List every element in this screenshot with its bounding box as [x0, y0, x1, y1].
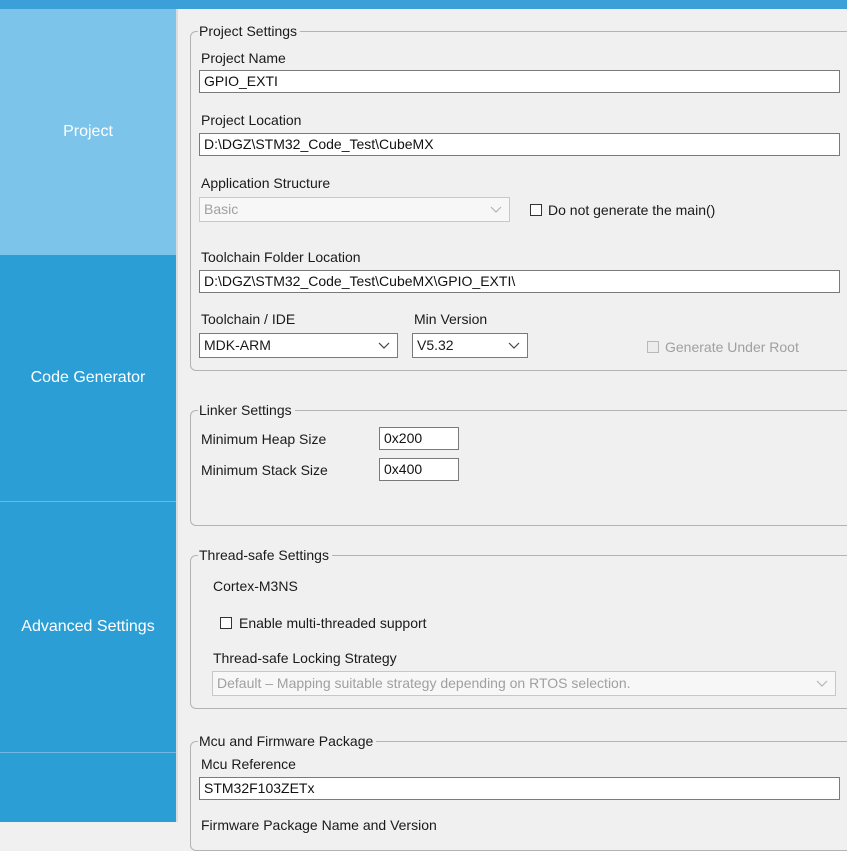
chevron-down-icon — [489, 198, 503, 221]
generate-under-root-checkbox[interactable] — [647, 341, 659, 353]
linker-settings-group: Linker Settings Minimum Heap Size 0x200 … — [190, 401, 847, 526]
group-legend: Linker Settings — [198, 401, 295, 419]
application-structure-select[interactable]: Basic — [199, 197, 510, 222]
group-legend: Project Settings — [198, 22, 301, 40]
locking-strategy-label: Thread-safe Locking Strategy — [213, 650, 397, 666]
toolchain-ide-label: Toolchain / IDE — [201, 311, 296, 327]
select-value: V5.32 — [417, 337, 454, 353]
core-name-label: Cortex-M3NS — [213, 578, 298, 594]
locking-strategy-select[interactable]: Default – Mapping suitable strategy depe… — [212, 671, 836, 696]
stack-size-field[interactable]: 0x400 — [379, 458, 459, 481]
nav-item-advanced-settings[interactable]: Advanced Settings — [0, 502, 176, 752]
nav-item-code-generator[interactable]: Code Generator — [0, 255, 176, 501]
select-value: MDK-ARM — [204, 337, 271, 353]
toolchain-ide-select[interactable]: MDK-ARM — [199, 333, 398, 358]
stack-size-label: Minimum Stack Size — [201, 462, 328, 478]
toolchain-folder-field[interactable]: D:\DGZ\STM32_Code_Test\CubeMX\GPIO_EXTI\ — [199, 270, 840, 293]
heap-size-label: Minimum Heap Size — [201, 431, 327, 447]
project-name-field[interactable]: GPIO_EXTI — [199, 70, 840, 93]
nav-item-label: Advanced Settings — [21, 618, 155, 635]
nav-item-label: Code Generator — [30, 369, 146, 386]
nav-item-label: Project — [63, 123, 113, 140]
group-legend: Mcu and Firmware Package — [198, 732, 377, 750]
thread-safe-settings-group: Thread-safe Settings Cortex-M3NS Enable … — [190, 546, 847, 709]
min-version-label: Min Version — [414, 311, 488, 327]
select-value: Default – Mapping suitable strategy depe… — [217, 675, 631, 691]
chevron-down-icon — [815, 672, 829, 695]
nav-divider — [176, 9, 178, 822]
nav-item-more[interactable] — [0, 753, 176, 822]
settings-nav: Project Code Generator Advanced Settings — [0, 9, 176, 822]
application-structure-label: Application Structure — [201, 175, 331, 191]
project-location-field[interactable]: D:\DGZ\STM32_Code_Test\CubeMX — [199, 133, 840, 156]
enable-multithread-label: Enable multi-threaded support — [239, 615, 427, 631]
nav-item-project[interactable]: Project — [0, 9, 176, 255]
no-main-checkbox[interactable] — [530, 204, 542, 216]
project-settings-group: Project Settings Project Name GPIO_EXTI … — [190, 22, 847, 371]
chevron-down-icon — [507, 334, 521, 357]
mcu-firmware-group: Mcu and Firmware Package Mcu Reference S… — [190, 732, 847, 851]
project-name-label: Project Name — [201, 50, 286, 66]
heap-size-field[interactable]: 0x200 — [379, 427, 459, 450]
enable-multithread-checkbox[interactable] — [220, 617, 232, 629]
group-legend: Thread-safe Settings — [198, 546, 332, 564]
toolchain-folder-label: Toolchain Folder Location — [201, 249, 361, 265]
no-main-label: Do not generate the main() — [548, 202, 716, 218]
mcu-reference-field[interactable]: STM32F103ZETx — [199, 777, 840, 800]
chevron-down-icon — [377, 334, 391, 357]
top-accent-bar — [0, 0, 847, 9]
project-location-label: Project Location — [201, 112, 302, 128]
min-version-select[interactable]: V5.32 — [412, 333, 528, 358]
firmware-package-label: Firmware Package Name and Version — [201, 817, 437, 833]
select-value: Basic — [204, 201, 239, 217]
mcu-reference-label: Mcu Reference — [201, 756, 296, 772]
generate-under-root-label: Generate Under Root — [665, 339, 799, 355]
